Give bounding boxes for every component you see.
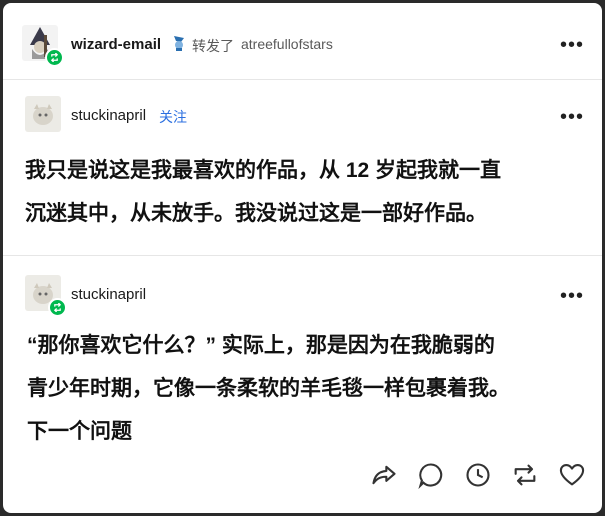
reblogger-username[interactable]: wizard-email xyxy=(71,36,161,53)
more-options-button[interactable]: ••• xyxy=(557,107,587,127)
share-icon[interactable] xyxy=(370,461,398,489)
post-line: “那你喜欢它什么？” 实际上，那是因为在我脆弱的 xyxy=(27,334,495,357)
post-actions xyxy=(370,461,586,490)
reblog-badge-icon xyxy=(48,298,67,317)
reblog-icon[interactable] xyxy=(511,461,539,489)
author-avatar[interactable] xyxy=(25,275,67,317)
post-line: 沉迷其中，从未放手。我没说过这是一部好作品。 xyxy=(25,202,487,225)
more-options-button[interactable]: ••• xyxy=(557,35,587,55)
post-body: 我只是说这是我最喜欢的作品，从 12 岁起我就一直 沉迷其中，从未放手。我没说过… xyxy=(25,149,585,235)
post-card: wizard-email 转发了 atreefullofstars ••• st… xyxy=(3,3,602,513)
post-line: 下一个问题 xyxy=(27,420,132,443)
reblog-badge-icon xyxy=(45,48,64,67)
follow-button[interactable]: 关注 xyxy=(159,107,187,127)
divider xyxy=(3,255,602,256)
clock-icon[interactable] xyxy=(464,461,492,489)
reblog-label: 转发了 xyxy=(192,38,234,54)
heart-icon[interactable] xyxy=(558,461,586,489)
more-options-button[interactable]: ••• xyxy=(557,286,587,306)
cat-avatar-image xyxy=(33,104,53,125)
post-body: “那你喜欢它什么？” 实际上，那是因为在我脆弱的 青少年时期，它像一条柔软的羊毛… xyxy=(27,324,587,453)
author-avatar[interactable] xyxy=(25,96,61,132)
author-username[interactable]: stuckinapril xyxy=(71,286,146,303)
post-line: 青少年时期，它像一条柔软的羊毛毯一样包裹着我。 xyxy=(27,377,510,400)
post-header: wizard-email 转发了 atreefullofstars ••• xyxy=(3,3,602,80)
reply-icon[interactable] xyxy=(417,461,445,490)
reblogger-avatar[interactable] xyxy=(22,25,64,67)
source-username[interactable]: atreefullofstars xyxy=(241,36,333,52)
reblog-wizard-icon xyxy=(171,34,187,52)
author-username[interactable]: stuckinapril xyxy=(71,107,146,124)
post-line: 我只是说这是我最喜欢的作品，从 12 岁起我就一直 xyxy=(25,159,502,182)
